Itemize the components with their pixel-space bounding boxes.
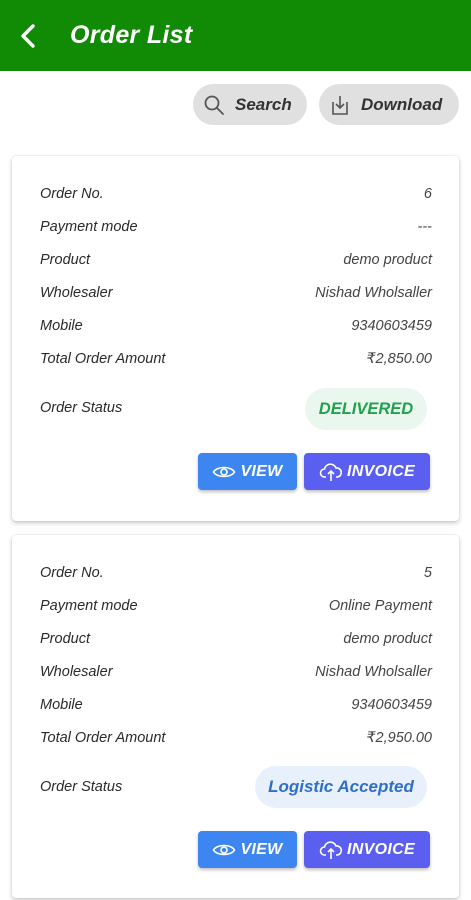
wholesaler-row: Wholesaler Nishad Wholsaller <box>40 283 432 303</box>
total-value: ₹2,950.00 <box>366 730 432 746</box>
invoice-label: INVOICE <box>347 462 415 480</box>
eye-icon <box>213 844 236 855</box>
mobile-row: Mobile 9340603459 <box>40 316 432 336</box>
download-label: Download <box>361 94 443 114</box>
back-button[interactable] <box>0 0 56 71</box>
payment-mode-row: Payment mode Online Payment <box>40 596 432 616</box>
product-label: Product <box>40 631 90 647</box>
order-no-label: Order No. <box>40 186 104 202</box>
invoice-button[interactable]: INVOICE <box>304 831 430 868</box>
view-label: VIEW <box>240 462 283 480</box>
status-badge: DELIVERED <box>305 388 427 430</box>
status-label: Order Status <box>40 400 123 416</box>
mobile-value: 9340603459 <box>351 318 432 334</box>
total-row: Total Order Amount ₹2,950.00 <box>40 728 432 748</box>
invoice-button[interactable]: INVOICE <box>304 453 430 490</box>
mobile-label: Mobile <box>40 318 83 334</box>
wholesaler-value: Nishad Wholsaller <box>315 664 432 680</box>
view-button[interactable]: VIEW <box>198 453 297 490</box>
search-icon <box>203 94 225 116</box>
total-label: Total Order Amount <box>40 730 166 746</box>
cloud-upload-icon <box>319 840 343 859</box>
wholesaler-value: Nishad Wholsaller <box>315 285 432 301</box>
status-label: Order Status <box>40 779 123 795</box>
wholesaler-label: Wholesaler <box>40 664 113 680</box>
product-row: Product demo product <box>40 250 432 270</box>
order-no-row: Order No. 6 <box>40 184 432 204</box>
view-button[interactable]: VIEW <box>198 831 297 868</box>
total-row: Total Order Amount ₹2,850.00 <box>40 349 432 369</box>
status-badge: Logistic Accepted <box>255 766 427 808</box>
order-no-label: Order No. <box>40 565 104 581</box>
search-label: Search <box>235 94 292 114</box>
payment-mode-label: Payment mode <box>40 598 138 614</box>
order-card: Order No. 6 Payment mode --- Product dem… <box>12 156 459 521</box>
product-value: demo product <box>343 631 432 647</box>
toolbar: Search Download <box>193 84 459 125</box>
wholesaler-label: Wholesaler <box>40 285 113 301</box>
mobile-value: 9340603459 <box>351 697 432 713</box>
order-card: Order No. 5 Payment mode Online Payment … <box>12 535 459 898</box>
arrow-left-icon <box>21 23 35 48</box>
payment-mode-value: --- <box>417 219 433 235</box>
payment-mode-row: Payment mode --- <box>40 217 432 237</box>
product-row: Product demo product <box>40 629 432 649</box>
wholesaler-row: Wholesaler Nishad Wholsaller <box>40 662 432 682</box>
mobile-label: Mobile <box>40 697 83 713</box>
cloud-upload-icon <box>319 462 343 481</box>
total-value: ₹2,850.00 <box>366 351 432 367</box>
product-value: demo product <box>343 252 432 268</box>
page-title: Order List <box>70 21 193 49</box>
product-label: Product <box>40 252 90 268</box>
invoice-label: INVOICE <box>347 840 415 858</box>
payment-mode-value: Online Payment <box>328 598 432 614</box>
view-label: VIEW <box>240 840 283 858</box>
eye-icon <box>213 466 236 477</box>
payment-mode-label: Payment mode <box>40 219 138 235</box>
order-no-value: 6 <box>423 186 432 202</box>
order-no-value: 5 <box>423 565 432 581</box>
app-bar: Order List <box>0 0 471 71</box>
search-button[interactable]: Search <box>193 84 307 125</box>
download-icon <box>329 93 351 117</box>
mobile-row: Mobile 9340603459 <box>40 695 432 715</box>
order-no-row: Order No. 5 <box>40 563 432 583</box>
total-label: Total Order Amount <box>40 351 166 367</box>
download-button[interactable]: Download <box>319 84 459 125</box>
